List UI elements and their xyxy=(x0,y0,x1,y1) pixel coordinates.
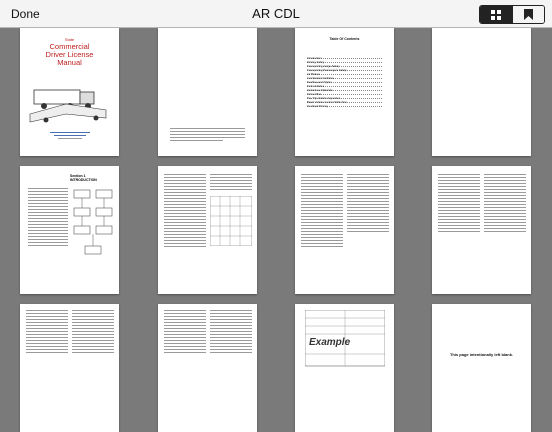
table-figure xyxy=(210,196,252,246)
page-thumbnail-1[interactable]: State Commercial Driver License Manual xyxy=(20,28,119,156)
page-thumbnail-2[interactable] xyxy=(158,28,257,156)
toc-item: Air Brakes xyxy=(307,72,382,76)
flowchart-diagram xyxy=(73,189,113,255)
toc-item: Hazardous Materials xyxy=(307,88,382,92)
section-heading: Section 1 INTRODUCTION xyxy=(70,174,97,182)
view-mode-segment[interactable] xyxy=(479,5,545,24)
toolbar: Done AR CDL xyxy=(0,0,552,28)
page-thumbnail-6[interactable] xyxy=(158,166,257,294)
page-thumbnail-grid: State Commercial Driver License Manual T… xyxy=(0,28,552,432)
toc-list: Introduction Driving Safely Transporting… xyxy=(307,56,382,108)
bookmarks-view-button[interactable] xyxy=(511,6,544,23)
page-thumbnail-4[interactable] xyxy=(432,28,531,156)
toc-item: Driving Safely xyxy=(307,60,382,64)
document-title: AR CDL xyxy=(252,6,300,21)
toc-item: On-Road Driving xyxy=(307,104,382,108)
page-thumbnail-8[interactable] xyxy=(432,166,531,294)
page-thumbnail-11[interactable]: Example xyxy=(295,304,394,432)
page-thumbnail-7[interactable] xyxy=(295,166,394,294)
page-thumbnail-10[interactable] xyxy=(158,304,257,432)
toc-item: Transporting Cargo Safely xyxy=(307,64,382,68)
page-thumbnail-5[interactable]: Section 1 INTRODUCTION xyxy=(20,166,119,294)
thumbnails-view-button[interactable] xyxy=(480,6,512,23)
page-thumbnail-12[interactable]: This page intentionally left blank. xyxy=(432,304,531,432)
toc-item: Pre-Trip Vehicle Inspection xyxy=(307,96,382,100)
toc-item: Introduction xyxy=(307,56,382,60)
page-thumbnail-9[interactable] xyxy=(20,304,119,432)
toc-heading: Table Of Contents xyxy=(329,37,360,41)
toc-item: Basic Vehicle Control Skills Test xyxy=(307,100,382,104)
cover-title-line3: Manual xyxy=(57,58,82,67)
toc-item: Tank Vehicles xyxy=(307,84,382,88)
truck-illustration xyxy=(29,89,107,123)
toc-item: School Bus xyxy=(307,92,382,96)
toc-item: Transporting Passengers Safely xyxy=(307,68,382,72)
example-watermark: Example xyxy=(309,337,351,348)
grid-icon xyxy=(490,9,501,20)
toc-item: Combination Vehicles xyxy=(307,76,382,80)
bookmark-icon xyxy=(523,9,533,20)
toc-item: Doubles and Triples xyxy=(307,80,382,84)
blank-page-text: This page intentionally left blank. xyxy=(449,352,514,357)
page-thumbnail-3[interactable]: Table Of Contents Introduction Driving S… xyxy=(295,28,394,156)
